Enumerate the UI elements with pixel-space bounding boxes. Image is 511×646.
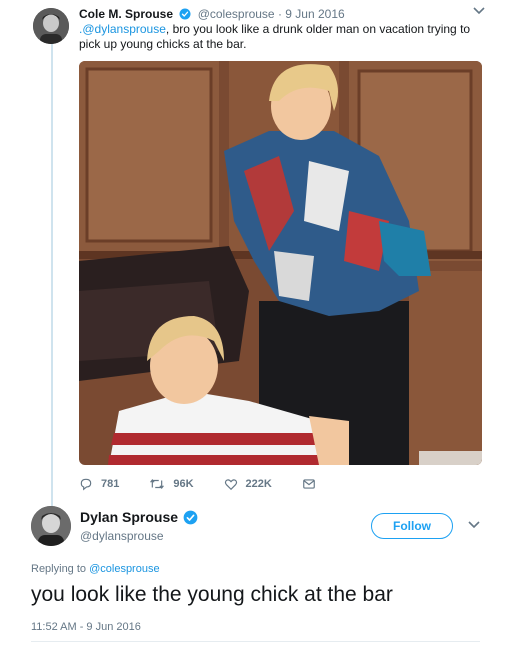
reply-icon — [80, 478, 92, 491]
replying-to-handle[interactable]: @colesprouse — [89, 563, 159, 575]
replying-to: Replying to @colesprouse — [31, 563, 160, 575]
tweet-text: you look like the young chick at the bar — [31, 583, 393, 606]
avatar[interactable] — [31, 506, 71, 546]
like-icon — [224, 479, 237, 491]
follow-button[interactable]: Follow — [371, 513, 453, 539]
tweet-timestamp[interactable]: 11:52 AM - 9 Jun 2016 — [31, 621, 141, 633]
verified-badge-icon — [179, 8, 191, 20]
author-handle[interactable]: @colesprouse — [198, 7, 275, 21]
retweet-icon — [150, 478, 165, 490]
message-icon — [303, 479, 315, 489]
reply-action[interactable]: 781 — [79, 477, 119, 491]
retweet-count: 96K — [173, 478, 194, 490]
header-separator: · — [277, 7, 282, 21]
tweet-date[interactable]: 9 Jun 2016 — [285, 7, 344, 21]
avatar-photo — [33, 8, 69, 44]
avatar[interactable] — [33, 8, 69, 44]
author-handle[interactable]: @dylansprouse — [80, 529, 164, 543]
author-name[interactable]: Cole M. Sprouse — [79, 7, 173, 21]
author-name[interactable]: Dylan Sprouse — [80, 509, 178, 525]
thread-connector-line — [51, 42, 53, 506]
replying-to-prefix: Replying to — [31, 563, 90, 575]
tweet-text: .@dylansprouse, bro you look like a drun… — [79, 22, 479, 52]
tweet-photo-image — [79, 61, 482, 465]
divider — [31, 641, 480, 642]
reply-count: 781 — [101, 478, 120, 490]
author-name-row: Dylan Sprouse — [80, 509, 201, 525]
tweet-header: Cole M. Sprouse @colesprouse · 9 Jun 201… — [79, 7, 345, 21]
chevron-down-icon[interactable] — [473, 6, 485, 18]
avatar-photo — [31, 506, 71, 546]
chevron-down-icon[interactable] — [468, 520, 480, 532]
mention-link[interactable]: .@dylansprouse — [79, 22, 166, 36]
retweet-action[interactable]: 96K — [149, 477, 194, 491]
message-action[interactable] — [302, 477, 324, 491]
tweet-photo[interactable] — [79, 61, 482, 465]
like-count: 222K — [245, 478, 272, 490]
like-action[interactable]: 222K — [224, 477, 272, 491]
verified-badge-icon — [183, 510, 198, 525]
tweet-actions: 781 96K 222K — [79, 476, 354, 492]
